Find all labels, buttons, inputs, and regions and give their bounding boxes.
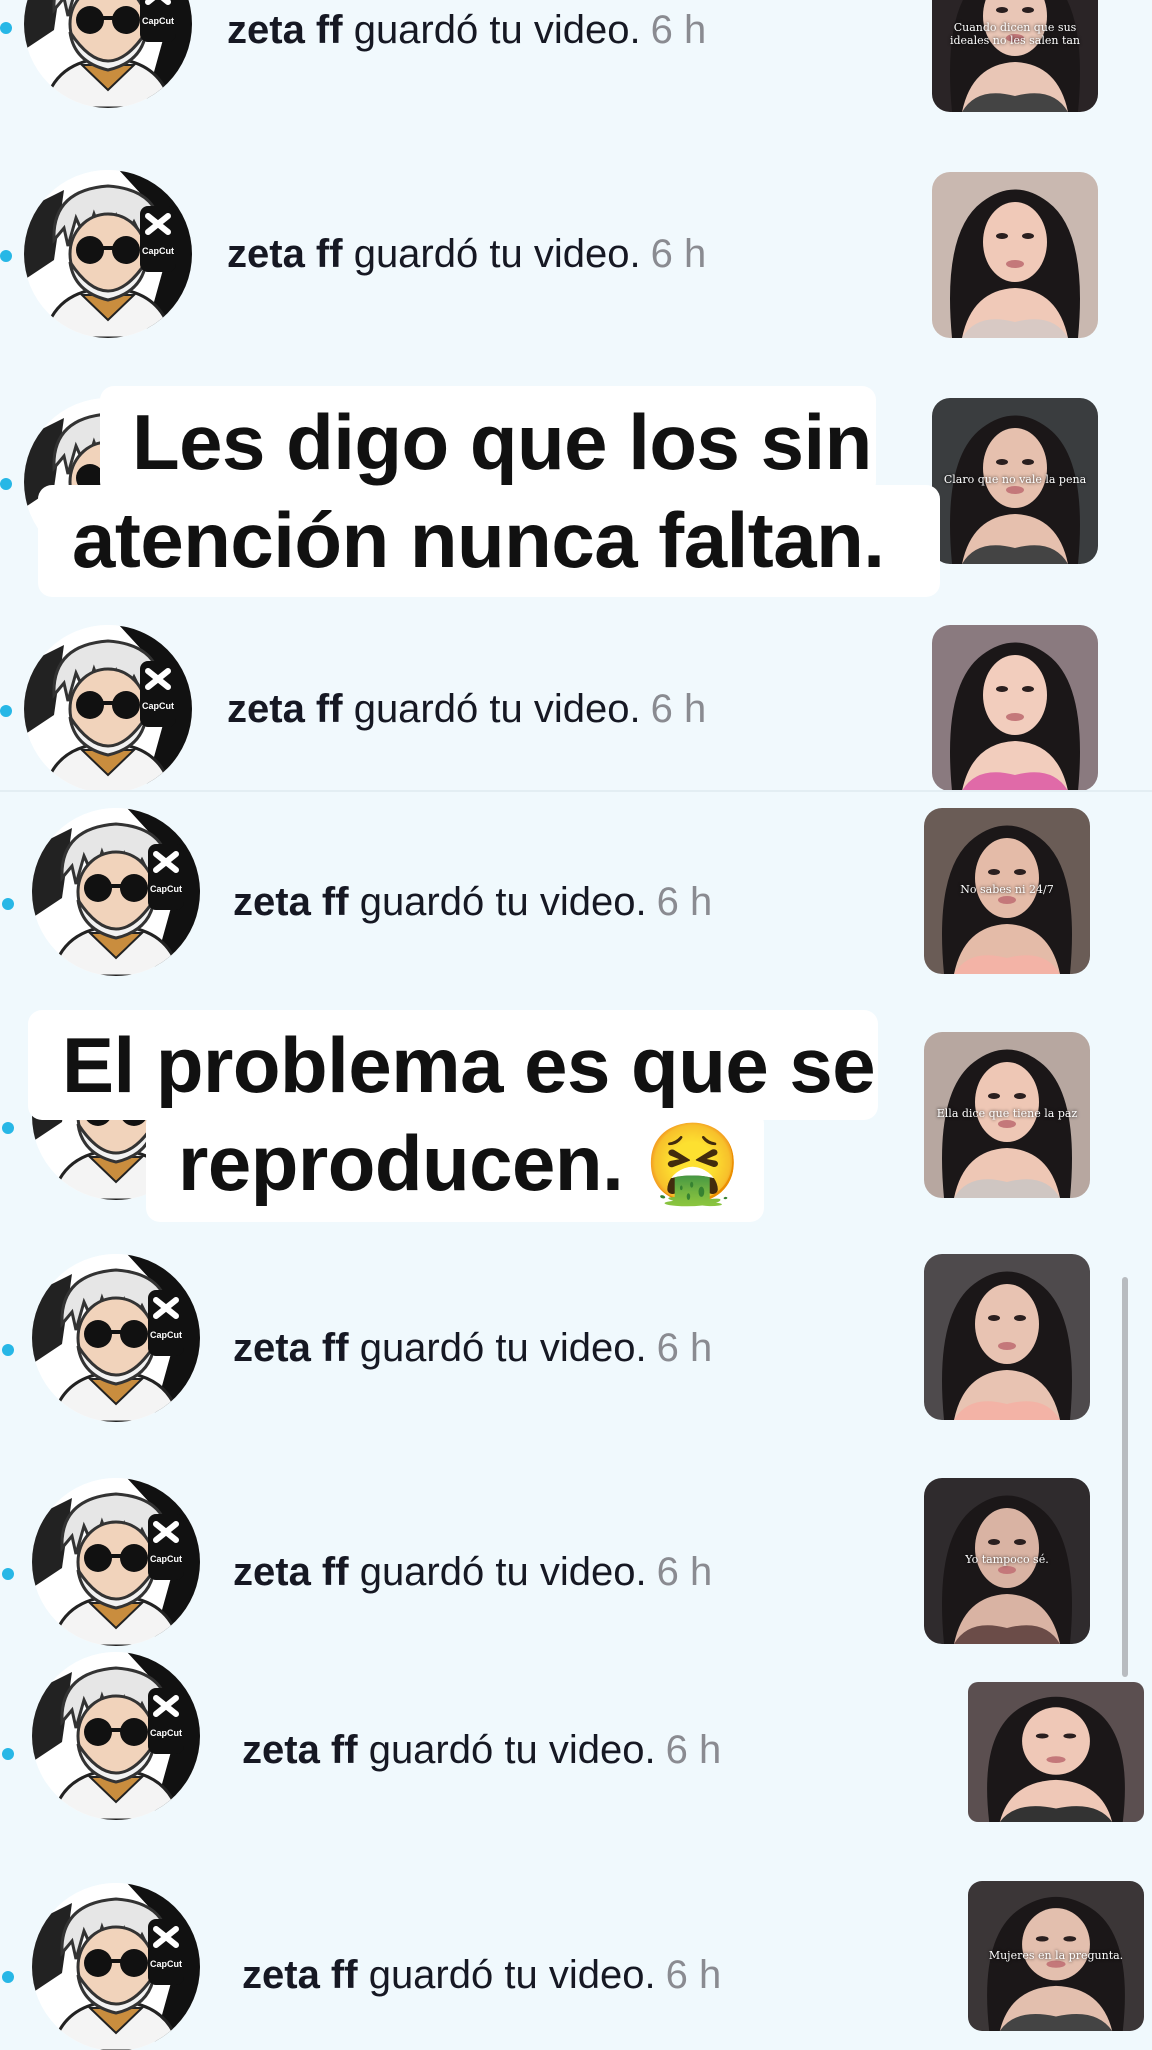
- svg-text:CapCut: CapCut: [142, 16, 174, 26]
- action-text: guardó tu video.: [342, 8, 641, 52]
- unread-dot: [2, 1971, 14, 1983]
- avatar[interactable]: CapCut: [32, 1478, 200, 1646]
- notification-text: zeta ff guardó tu video. 6 h: [227, 232, 706, 277]
- overlay-caption-line: atención nunca faltan.: [72, 496, 885, 584]
- thumbnail-caption: Yo tampoco sé.: [965, 1552, 1049, 1566]
- timestamp: 6 h: [650, 8, 707, 52]
- video-thumbnail[interactable]: [968, 1682, 1144, 1822]
- notification-row[interactable]: CapCut zeta ff guardó tu video. 6 h: [0, 1652, 1152, 1827]
- notification-row[interactable]: CapCut zeta ff guardó tu video. 6 h: [0, 170, 1152, 340]
- notification-list-top: CapCut zeta ff guardó tu video. 6 h Cuand…: [0, 0, 1152, 790]
- avatar[interactable]: CapCut: [32, 1254, 200, 1422]
- svg-text:CapCut: CapCut: [150, 1959, 182, 1969]
- username[interactable]: zeta ff: [242, 1953, 358, 1997]
- notification-list-bottom: CapCut zeta ff guardó tu video. 6 h No sa…: [0, 790, 1152, 2050]
- thumbnail-caption: Cuando dicen que sus ideales no les sale…: [949, 20, 1081, 47]
- overlay-caption-line: Les digo que los sin: [132, 398, 872, 486]
- notification-row[interactable]: CapCut zeta ff guardó tu video. 6 h Cuand…: [0, 0, 1152, 115]
- action-text: guardó tu video.: [348, 1326, 647, 1370]
- svg-text:CapCut: CapCut: [142, 701, 174, 711]
- unread-dot: [0, 478, 12, 490]
- action-text: guardó tu video.: [357, 1953, 656, 1997]
- notification-text: zeta ff guardó tu video. 6 h: [242, 1953, 721, 1998]
- username[interactable]: zeta ff: [227, 8, 343, 52]
- thumbnail-caption: Mujeres en la pregunta.: [988, 1948, 1124, 1962]
- video-thumbnail[interactable]: No sabes ni 24/7: [924, 808, 1090, 974]
- svg-text:CapCut: CapCut: [150, 884, 182, 894]
- svg-text:CapCut: CapCut: [142, 246, 174, 256]
- notification-row[interactable]: CapCut zeta ff guardó tu video. 6 h: [0, 625, 1152, 790]
- avatar[interactable]: CapCut: [24, 625, 192, 790]
- action-text: guardó tu video.: [348, 1550, 647, 1594]
- username[interactable]: zeta ff: [227, 687, 343, 731]
- unread-dot: [2, 1344, 14, 1356]
- action-text: guardó tu video.: [342, 687, 641, 731]
- unread-dot: [0, 250, 12, 262]
- action-text: guardó tu video.: [348, 880, 647, 924]
- timestamp: 6 h: [650, 232, 707, 276]
- thumbnail-caption: No sabes ni 24/7: [960, 882, 1054, 896]
- username[interactable]: zeta ff: [233, 1326, 349, 1370]
- video-thumbnail[interactable]: Mujeres en la pregunta.: [968, 1881, 1144, 2031]
- unread-dot: [0, 22, 12, 34]
- svg-text:CapCut: CapCut: [150, 1554, 182, 1564]
- notification-text: zeta ff guardó tu video. 6 h: [233, 1326, 712, 1371]
- notification-row[interactable]: CapCut zeta ff guardó tu video. 6 h Yo ta…: [0, 1478, 1152, 1646]
- username[interactable]: zeta ff: [227, 232, 343, 276]
- video-thumbnail[interactable]: Ella dice que tiene la paz: [924, 1032, 1090, 1198]
- thumbnail-caption: Ella dice que tiene la paz: [936, 1106, 1078, 1120]
- avatar[interactable]: CapCut: [32, 1652, 200, 1820]
- timestamp: 6 h: [665, 1953, 722, 1997]
- overlay-caption-line: El problema es que se: [62, 1021, 876, 1109]
- scrollbar[interactable]: [1122, 1277, 1128, 1677]
- username[interactable]: zeta ff: [242, 1728, 358, 1772]
- unread-dot: [2, 1122, 14, 1134]
- timestamp: 6 h: [650, 687, 707, 731]
- video-thumbnail[interactable]: [932, 172, 1098, 338]
- username[interactable]: zeta ff: [233, 880, 349, 924]
- timestamp: 6 h: [665, 1728, 722, 1772]
- video-thumbnail[interactable]: Cuando dicen que sus ideales no les sale…: [932, 0, 1098, 112]
- svg-text:CapCut: CapCut: [150, 1728, 182, 1738]
- thumbnail-caption: Claro que no vale la pena: [943, 472, 1087, 486]
- action-text: guardó tu video.: [342, 232, 641, 276]
- unread-dot: [2, 1748, 14, 1760]
- action-text: guardó tu video.: [357, 1728, 656, 1772]
- avatar[interactable]: CapCut: [32, 808, 200, 976]
- unread-dot: [2, 1568, 14, 1580]
- video-thumbnail[interactable]: Yo tampoco sé.: [924, 1478, 1090, 1644]
- svg-text:CapCut: CapCut: [150, 1330, 182, 1340]
- notification-row[interactable]: CapCut zeta ff guardó tu video. 6 h Mujer…: [0, 1877, 1152, 2050]
- video-thumbnail[interactable]: [924, 1254, 1090, 1420]
- notification-text: zeta ff guardó tu video. 6 h: [227, 8, 706, 53]
- notification-text: zeta ff guardó tu video. 6 h: [233, 880, 712, 925]
- avatar[interactable]: CapCut: [24, 0, 192, 108]
- username[interactable]: zeta ff: [233, 1550, 349, 1594]
- notification-text: zeta ff guardó tu video. 6 h: [233, 1550, 712, 1595]
- timestamp: 6 h: [656, 1550, 713, 1594]
- unread-dot: [2, 898, 14, 910]
- notification-text: zeta ff guardó tu video. 6 h: [242, 1728, 721, 1773]
- avatar[interactable]: CapCut: [32, 1883, 200, 2050]
- video-thumbnail[interactable]: Claro que no vale la pena: [932, 398, 1098, 564]
- avatar[interactable]: CapCut: [24, 170, 192, 338]
- overlay-caption-line: reproducen. 🤮: [178, 1119, 742, 1207]
- notification-row[interactable]: CapCut zeta ff guardó tu video. 6 h No sa…: [0, 808, 1152, 976]
- unread-dot: [0, 705, 12, 717]
- video-thumbnail[interactable]: [932, 625, 1098, 790]
- timestamp: 6 h: [656, 880, 713, 924]
- timestamp: 6 h: [656, 1326, 713, 1370]
- notification-text: zeta ff guardó tu video. 6 h: [227, 687, 706, 732]
- notification-row[interactable]: CapCut zeta ff guardó tu video. 6 h: [0, 1254, 1152, 1422]
